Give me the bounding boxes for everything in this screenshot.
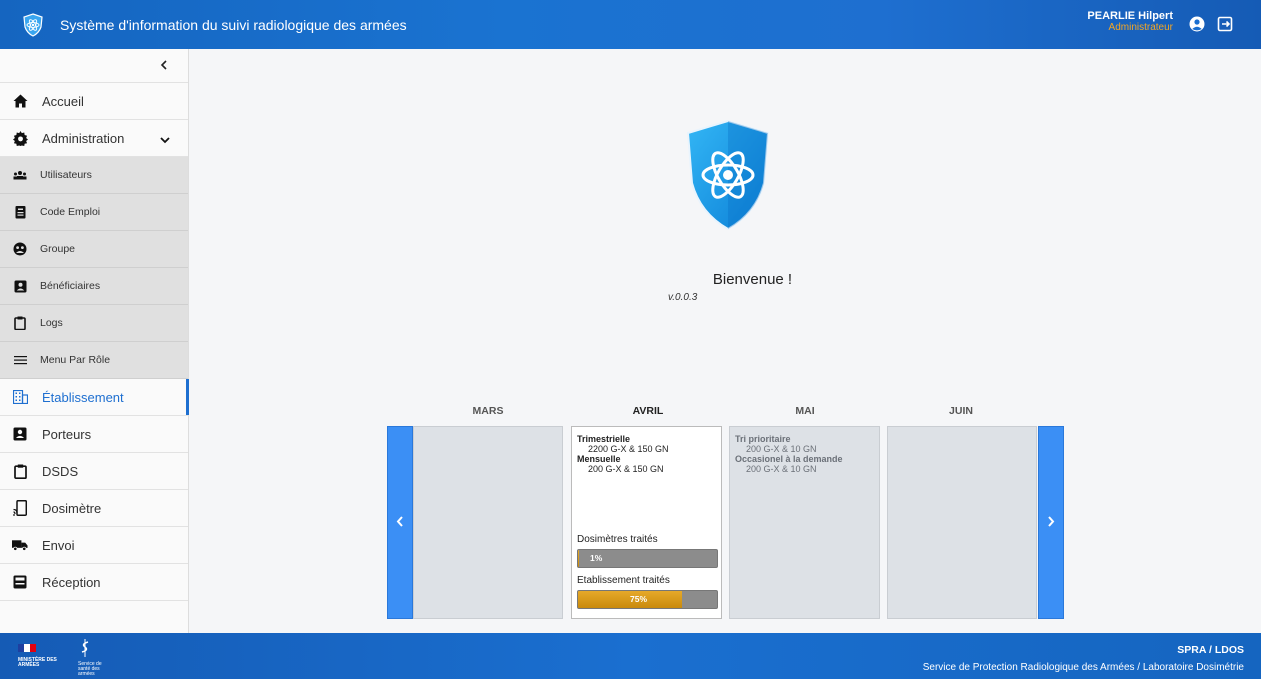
progress-value: 75% [630, 594, 648, 604]
dosimeters-processed-bar: 1% [577, 549, 718, 568]
menu-icon [13, 353, 27, 367]
schedule-type: Trimestrielle [577, 434, 631, 444]
main-content: Bienvenue ! v.0.0.3 MARS AVRIL MAI JUIN … [190, 49, 1261, 633]
sidebar-item-menu-par-role[interactable]: Menu Par Rôle [0, 342, 188, 379]
dosimeter-icon [12, 500, 28, 516]
truck-icon [12, 537, 28, 553]
schedule-dose: 2200 G-X & 150 GN [588, 444, 669, 454]
sidebar: Accueil Administration Utilisateurs Code… [0, 49, 189, 633]
schedule-type: Tri prioritaire [735, 434, 791, 444]
card-schedule: Trimestrielle 2200 G-X & 150 GN Mensuell… [577, 434, 669, 474]
month-card-juin[interactable] [887, 426, 1037, 619]
sidebar-item-administration[interactable]: Administration [0, 120, 188, 157]
user-info: PEARLIE Hilpert Administrateur [1087, 10, 1173, 34]
user-card-icon [12, 426, 28, 442]
app-version: v.0.0.3 [668, 292, 698, 303]
month-label-avril: AVRIL [632, 405, 664, 417]
sidebar-item-label: Code Emploi [40, 206, 101, 218]
sidebar-item-code-emploi[interactable]: Code Emploi [0, 194, 188, 231]
welcome-title: Bienvenue ! [712, 271, 793, 288]
users-icon [13, 168, 27, 182]
sidebar-item-label: Bénéficiaires [40, 280, 101, 292]
sidebar-item-logs[interactable]: Logs [0, 305, 188, 342]
radiation-shield-logo [680, 115, 776, 233]
sidebar-item-utilisateurs[interactable]: Utilisateurs [0, 157, 188, 194]
dosimeters-processed-label: Dosimètres traités [577, 534, 658, 545]
schedule-type: Occasionel à la demande [735, 454, 843, 464]
sidebar-item-label: Envoi [42, 537, 75, 553]
app-title: Système d'information du suivi radiologi… [60, 16, 407, 33]
footer: MINISTÈRE DES ARMÉES Service de santé de… [0, 633, 1261, 679]
sidebar-item-label: Logs [40, 317, 63, 329]
progress-value: 1% [590, 553, 603, 563]
sidebar-item-dsds[interactable]: DSDS [0, 453, 188, 490]
sidebar-item-label: Utilisateurs [40, 169, 92, 181]
clipboard-icon [12, 463, 28, 479]
schedule-dose: 200 G-X & 10 GN [746, 444, 817, 454]
footer-code: SPRA / LDOS [1177, 644, 1244, 656]
logout-icon[interactable] [1216, 15, 1234, 33]
user-name: PEARLIE Hilpert [1087, 10, 1173, 22]
previous-month-button[interactable] [387, 426, 413, 619]
chevron-down-icon [160, 132, 170, 147]
establishments-processed-label: Etablissement traités [577, 575, 670, 586]
group-icon [13, 242, 27, 256]
month-label-mai: MAI [795, 405, 815, 417]
sidebar-item-reception[interactable]: Réception [0, 564, 188, 601]
month-card-mai[interactable]: Tri prioritaire 200 G-X & 10 GN Occasion… [729, 426, 880, 619]
ssa-name: Service de santé des armées [78, 661, 102, 677]
ssa-logo: Service de santé des armées [78, 639, 104, 677]
sidebar-item-porteurs[interactable]: Porteurs [0, 416, 188, 453]
ministry-logo: MINISTÈRE DES ARMÉES [18, 639, 64, 673]
id-card-icon [13, 279, 27, 293]
chevron-left-icon [160, 57, 168, 75]
sidebar-collapse-button[interactable] [0, 49, 188, 83]
sidebar-item-label: Réception [42, 574, 101, 590]
month-label-mars: MARS [472, 405, 504, 417]
sidebar-item-label: Porteurs [42, 426, 92, 442]
inbox-icon [12, 574, 28, 590]
sidebar-item-label: Groupe [40, 243, 76, 255]
ministry-name: MINISTÈRE DES ARMÉES [18, 657, 57, 668]
sidebar-item-etablissement[interactable]: Établissement [0, 379, 189, 416]
user-role: Administrateur [1108, 22, 1173, 33]
app-logo-icon[interactable] [22, 12, 44, 37]
schedule-dose: 200 G-X & 150 GN [588, 464, 664, 474]
sidebar-item-beneficiaires[interactable]: Bénéficiaires [0, 268, 188, 305]
sidebar-item-dosimetre[interactable]: Dosimètre [0, 490, 188, 527]
card-schedule: Tri prioritaire 200 G-X & 10 GN Occasion… [735, 434, 843, 474]
progress-fill [578, 550, 580, 567]
sidebar-item-label: Menu Par Rôle [40, 354, 111, 366]
gear-icon [12, 130, 28, 146]
month-label-juin: JUIN [949, 405, 973, 417]
sidebar-item-label: DSDS [42, 463, 79, 479]
chevron-right-icon [1047, 514, 1055, 532]
sidebar-item-accueil[interactable]: Accueil [0, 83, 188, 120]
account-icon[interactable] [1188, 15, 1206, 33]
clipboard-icon [13, 316, 27, 330]
sidebar-item-groupe[interactable]: Groupe [0, 231, 188, 268]
building-icon [12, 389, 28, 405]
schedule-dose: 200 G-X & 10 GN [746, 464, 817, 474]
footer-organization: Service de Protection Radiologique des A… [922, 662, 1244, 673]
home-icon [12, 93, 28, 109]
establishments-processed-bar: 75% [577, 590, 718, 609]
sidebar-item-label: Dosimètre [42, 500, 102, 516]
next-month-button[interactable] [1038, 426, 1064, 619]
sidebar-item-label: Accueil [42, 93, 84, 109]
sidebar-item-envoi[interactable]: Envoi [0, 527, 188, 564]
top-header: Système d'information du suivi radiologi… [0, 0, 1261, 49]
badge-icon [13, 205, 27, 219]
month-card-mars[interactable] [413, 426, 563, 619]
schedule-type: Mensuelle [577, 454, 621, 464]
sidebar-item-label: Établissement [42, 389, 124, 405]
sidebar-item-label: Administration [42, 130, 125, 146]
chevron-left-icon [396, 514, 404, 532]
month-card-avril[interactable]: Trimestrielle 2200 G-X & 150 GN Mensuell… [571, 426, 722, 619]
